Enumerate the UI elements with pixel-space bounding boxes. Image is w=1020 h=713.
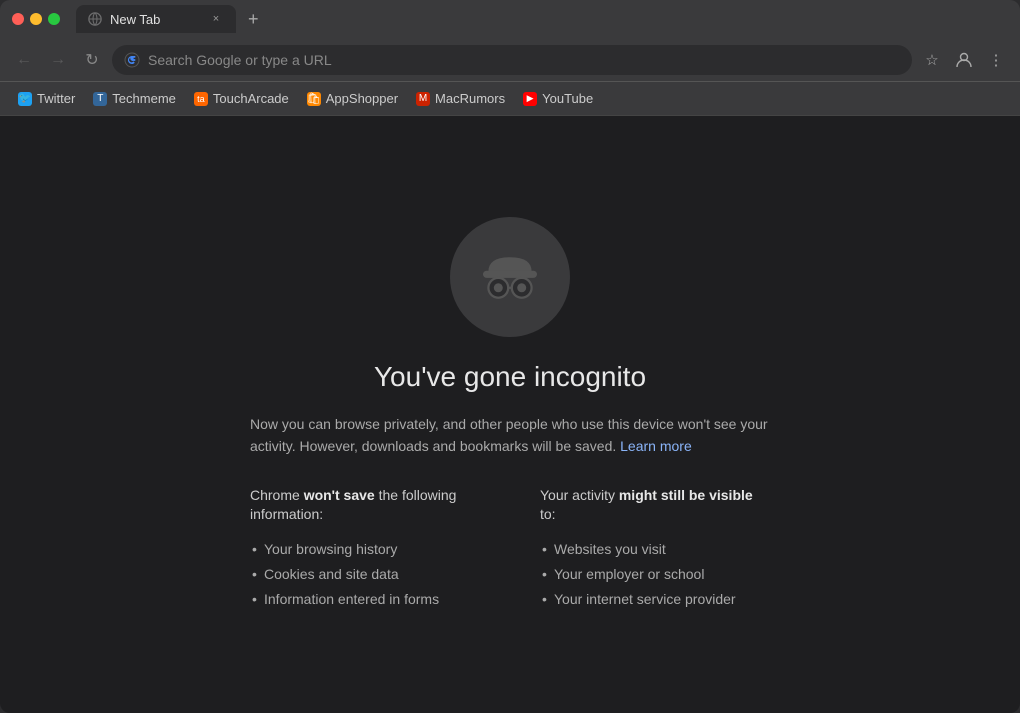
techmeme-favicon: T [93,92,107,106]
incognito-icon [474,241,546,313]
macrumors-favicon: M [416,92,430,106]
still-visible-title: Your activity might still be visible to: [540,486,770,525]
tab-bar: New Tab × + [76,5,1008,34]
bookmark-twitter[interactable]: 🐦 Twitter [10,87,83,110]
nav-right-icons: ☆ ⋮ [918,46,1010,74]
incognito-icon-container [450,217,570,337]
chrome-wont-save-title: Chrome won't save the following informat… [250,486,480,525]
new-tab-button[interactable]: + [240,5,267,34]
list-item: Your employer or school [540,562,770,587]
forward-button[interactable]: → [44,46,72,74]
bookmark-macrumors[interactable]: M MacRumors [408,87,513,110]
bookmark-star-button[interactable]: ☆ [918,46,946,74]
bookmarks-bar: 🐦 Twitter T Techmeme ta TouchArcade 🛍 Ap… [0,82,1020,116]
back-button[interactable]: ← [10,46,38,74]
bookmark-youtube[interactable]: ▶ YouTube [515,87,601,110]
google-icon [124,52,140,68]
active-tab[interactable]: New Tab × [76,5,236,33]
info-columns: Chrome won't save the following informat… [250,486,770,612]
menu-button[interactable]: ⋮ [982,46,1010,74]
bookmark-toucharcade[interactable]: ta TouchArcade [186,87,297,110]
still-visible-list: Websites you visit Your employer or scho… [540,537,770,612]
chrome-wont-save-list: Your browsing history Cookies and site d… [250,537,480,612]
bookmark-toucharcade-label: TouchArcade [213,91,289,106]
chrome-wont-save-column: Chrome won't save the following informat… [250,486,480,612]
refresh-button[interactable]: ↻ [78,46,106,74]
bookmark-youtube-label: YouTube [542,91,593,106]
incognito-title: You've gone incognito [374,361,646,393]
close-button[interactable] [12,13,24,25]
tab-title: New Tab [110,12,160,27]
list-item: Cookies and site data [250,562,480,587]
learn-more-link[interactable]: Learn more [620,438,692,454]
youtube-favicon: ▶ [523,92,537,106]
navbar: ← → ↻ ☆ ⋮ [0,38,1020,82]
profile-icon [955,51,973,69]
appshopper-favicon: 🛍 [307,92,321,106]
twitter-favicon: 🐦 [18,92,32,106]
list-item: Your internet service provider [540,587,770,612]
titlebar: New Tab × + [0,0,1020,38]
list-item: Your browsing history [250,537,480,562]
tab-favicon-icon [88,12,102,26]
bookmark-macrumors-label: MacRumors [435,91,505,106]
list-item: Information entered in forms [250,587,480,612]
bookmark-techmeme[interactable]: T Techmeme [85,87,184,110]
maximize-button[interactable] [48,13,60,25]
main-content: You've gone incognito Now you can browse… [0,116,1020,713]
profile-button[interactable] [950,46,978,74]
incognito-description: Now you can browse privately, and other … [250,413,770,458]
bookmark-appshopper[interactable]: 🛍 AppShopper [299,87,406,110]
address-input[interactable] [148,52,900,68]
bookmark-techmeme-label: Techmeme [112,91,176,106]
still-visible-column: Your activity might still be visible to:… [540,486,770,612]
bookmark-appshopper-label: AppShopper [326,91,398,106]
tab-close-button[interactable]: × [208,11,224,27]
browser-window: New Tab × + ← → ↻ ☆ [0,0,1020,713]
toucharcade-favicon: ta [194,92,208,106]
list-item: Websites you visit [540,537,770,562]
traffic-lights [12,13,60,25]
address-bar-container[interactable] [112,45,912,75]
minimize-button[interactable] [30,13,42,25]
bookmark-twitter-label: Twitter [37,91,75,106]
